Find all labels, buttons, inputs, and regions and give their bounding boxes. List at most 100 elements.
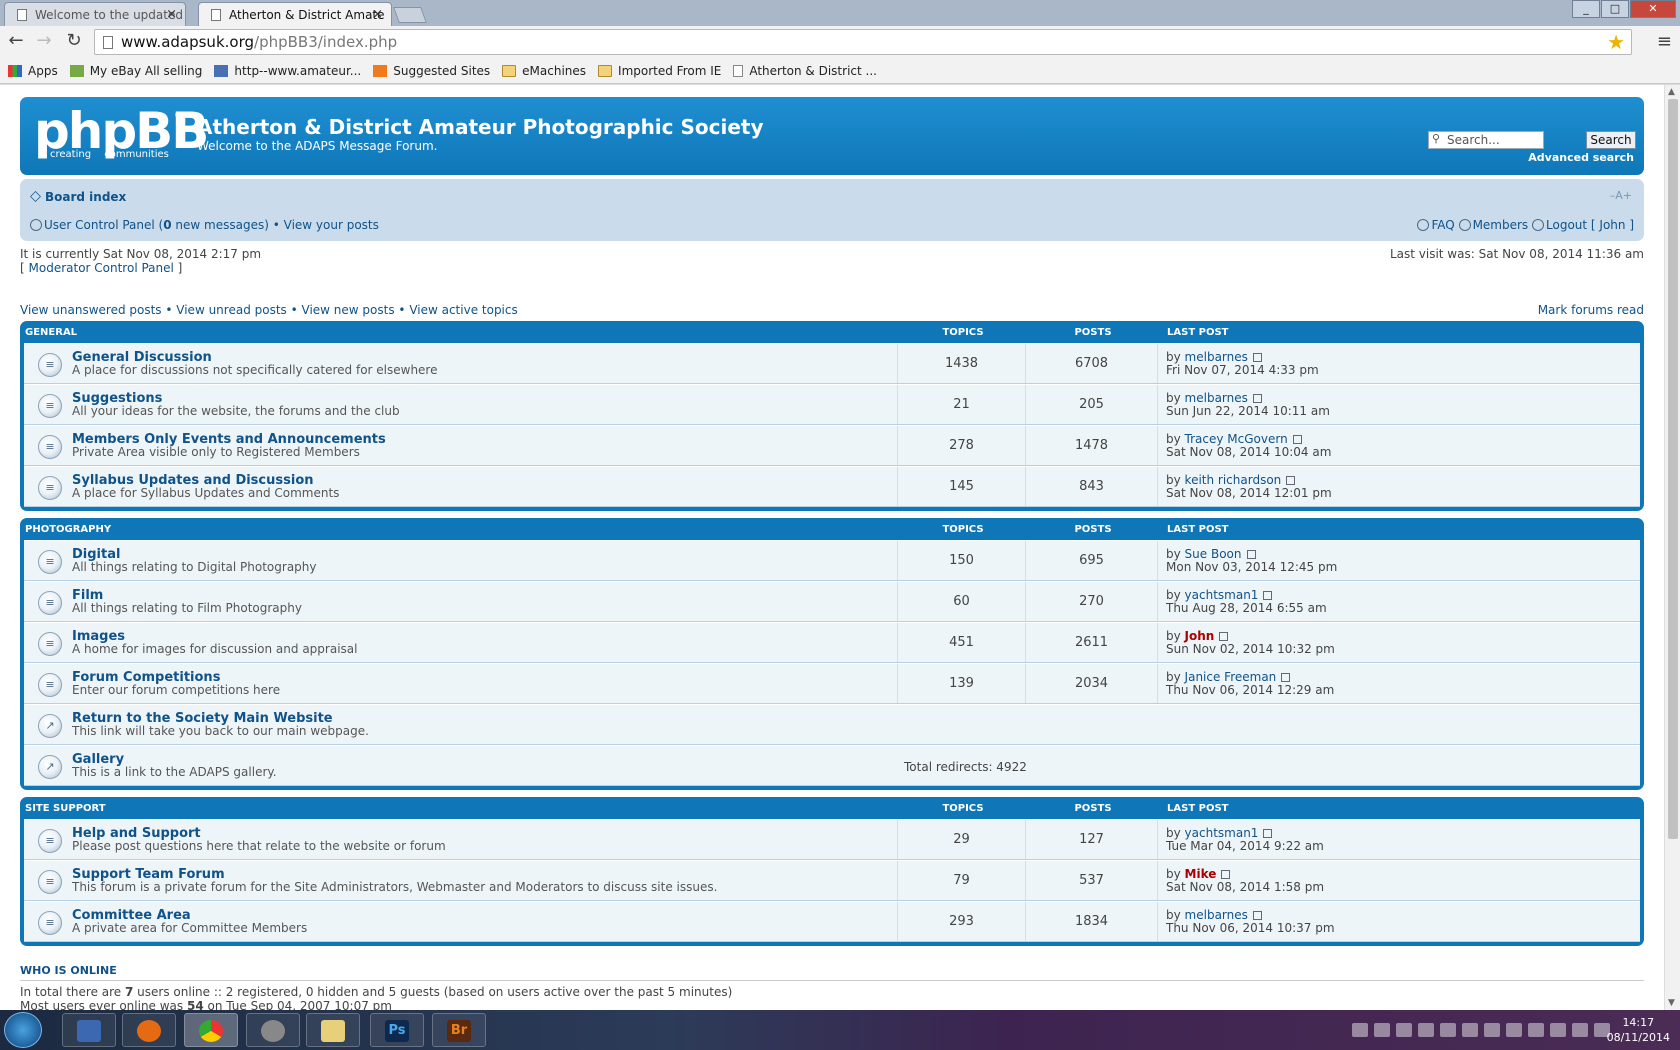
forum-title-link[interactable]: Suggestions [72,392,400,405]
forum-title-link[interactable]: Help and Support [72,827,446,840]
forward-arrow-icon[interactable]: → [32,30,56,54]
view-latest-post-icon[interactable] [1263,590,1273,600]
moderator-control-panel-link[interactable]: Moderator Control Panel [29,261,174,275]
view-latest-post-icon[interactable] [1286,475,1296,485]
tray-icon[interactable] [1462,1023,1478,1037]
active-topics-link[interactable]: View active topics [409,303,517,317]
taskbar-clock[interactable]: 14:17 08/11/2014 [1607,1015,1670,1045]
tray-icon[interactable] [1550,1023,1566,1037]
mark-forums-read-link[interactable]: Mark forums read [1538,303,1644,317]
search-input[interactable]: ⚲ Search... [1428,131,1544,149]
tray-icon[interactable] [1396,1023,1412,1037]
last-post-author-link[interactable]: melbarnes [1185,391,1248,405]
last-post-author-link[interactable]: Mike [1185,867,1217,881]
reload-icon[interactable]: ↻ [62,30,86,54]
view-latest-post-icon[interactable] [1221,869,1231,879]
last-post-author-link[interactable]: John [1185,629,1215,643]
view-latest-post-icon[interactable] [1252,352,1262,362]
last-post-author-link[interactable]: Tracey McGovern [1185,432,1288,446]
tray-icon[interactable] [1440,1023,1456,1037]
view-latest-post-icon[interactable] [1252,910,1262,920]
taskbar-chrome[interactable] [184,1013,238,1047]
faq-link[interactable]: FAQ [1431,218,1454,232]
new-messages-link[interactable]: new messages) [175,218,268,232]
view-latest-post-icon[interactable] [1246,549,1256,559]
category-name-link[interactable]: PHOTOGRAPHY [25,524,899,535]
members-link[interactable]: Members [1473,218,1529,232]
tray-icon[interactable] [1352,1023,1368,1037]
address-bar[interactable]: www.adapsuk.org/phpBB3/index.php ★ [94,29,1632,55]
advanced-search-link[interactable]: Advanced search [1528,151,1634,164]
tray-icon[interactable] [1528,1023,1544,1037]
view-your-posts-link[interactable]: View your posts [284,218,379,232]
scroll-up-icon[interactable]: ▲ [1668,87,1675,97]
forum-title-link[interactable]: Support Team Forum [72,868,717,881]
browser-tab-active[interactable]: Atherton & District Amate × [198,2,392,26]
new-tab-button[interactable] [393,7,427,23]
bookmark-apps[interactable]: Apps [8,64,58,78]
start-button[interactable] [4,1012,42,1048]
close-window-button[interactable]: ✕ [1630,0,1676,18]
forum-title-link[interactable]: Images [72,630,357,643]
last-post-author-link[interactable]: melbarnes [1185,908,1248,922]
new-posts-link[interactable]: View new posts [302,303,395,317]
unread-posts-link[interactable]: View unread posts [176,303,287,317]
forum-title-link[interactable]: Committee Area [72,909,307,922]
new-messages-count[interactable]: 0 [163,218,171,232]
network-icon[interactable] [1572,1023,1588,1037]
view-latest-post-icon[interactable] [1219,631,1229,641]
close-tab-icon[interactable]: × [166,7,177,22]
browser-menu-icon[interactable]: ≡ [1657,31,1672,52]
bookmark-emachines[interactable]: eMachines [502,64,586,78]
logout-link[interactable]: Logout [ John ] [1546,218,1634,232]
last-post-author-link[interactable]: yachtsman1 [1185,826,1259,840]
category-name-link[interactable]: SITE SUPPORT [25,803,899,814]
scrollbar-thumb[interactable] [1668,99,1678,839]
bookmark-ebay[interactable]: My eBay All selling [69,64,202,78]
taskbar-photoshop[interactable]: Ps [370,1013,424,1047]
bookmark-suggested-sites[interactable]: Suggested Sites [373,64,490,78]
last-post-author-link[interactable]: melbarnes [1185,350,1248,364]
unanswered-posts-link[interactable]: View unanswered posts [20,303,162,317]
close-tab-icon[interactable]: × [372,7,383,22]
forum-title-link[interactable]: Film [72,589,302,602]
category-name-link[interactable]: GENERAL [25,327,899,338]
taskbar-bridge[interactable]: Br [432,1013,486,1047]
forum-title-link[interactable]: General Discussion [72,351,437,364]
last-post-author-link[interactable]: Janice Freeman [1185,670,1277,684]
ucp-link[interactable]: User Control Panel [44,218,155,232]
taskbar-settings[interactable] [246,1013,300,1047]
forum-title-link[interactable]: Members Only Events and Announcements [72,433,386,446]
last-post-author-link[interactable]: yachtsman1 [1185,588,1259,602]
browser-tab[interactable]: Welcome to the updated | × [4,2,186,26]
forum-title-link[interactable]: Forum Competitions [72,671,280,684]
maximize-button[interactable]: □ [1601,0,1629,18]
minimize-button[interactable]: _ [1572,0,1600,18]
last-post-author-link[interactable]: Sue Boon [1185,547,1242,561]
tray-icon[interactable] [1484,1023,1500,1037]
font-size-control[interactable]: –A+ [1610,189,1632,202]
bookmark-atherton[interactable]: Atherton & District ... [733,64,877,78]
back-arrow-icon[interactable]: ← [4,30,28,54]
view-latest-post-icon[interactable] [1252,393,1262,403]
view-latest-post-icon[interactable] [1281,672,1291,682]
who-is-online-title[interactable]: WHO IS ONLINE [20,964,1644,981]
taskbar-explorer[interactable] [306,1013,360,1047]
tray-icon[interactable] [1506,1023,1522,1037]
view-latest-post-icon[interactable] [1292,434,1302,444]
bookmark-amateur[interactable]: http--www.amateur... [214,64,361,78]
scroll-down-icon[interactable]: ▼ [1668,998,1675,1008]
tray-icon[interactable] [1418,1023,1434,1037]
bookmark-star-icon[interactable]: ★ [1607,30,1625,54]
page-scrollbar[interactable]: ▲ ▼ [1664,85,1680,1010]
tray-icon[interactable] [1374,1023,1390,1037]
forum-title-link[interactable]: Digital [72,548,317,561]
board-index-link[interactable]: Board index [45,190,126,204]
forum-title-link[interactable]: Return to the Society Main Website [72,712,369,725]
breadcrumb[interactable]: Board index [30,190,126,204]
search-button[interactable]: Search [1586,131,1636,149]
last-post-author-link[interactable]: keith richardson [1185,473,1282,487]
bookmark-imported-from-ie[interactable]: Imported From IE [598,64,721,78]
taskbar-file-manager[interactable] [62,1013,116,1047]
forum-title-link[interactable]: Syllabus Updates and Discussion [72,474,339,487]
